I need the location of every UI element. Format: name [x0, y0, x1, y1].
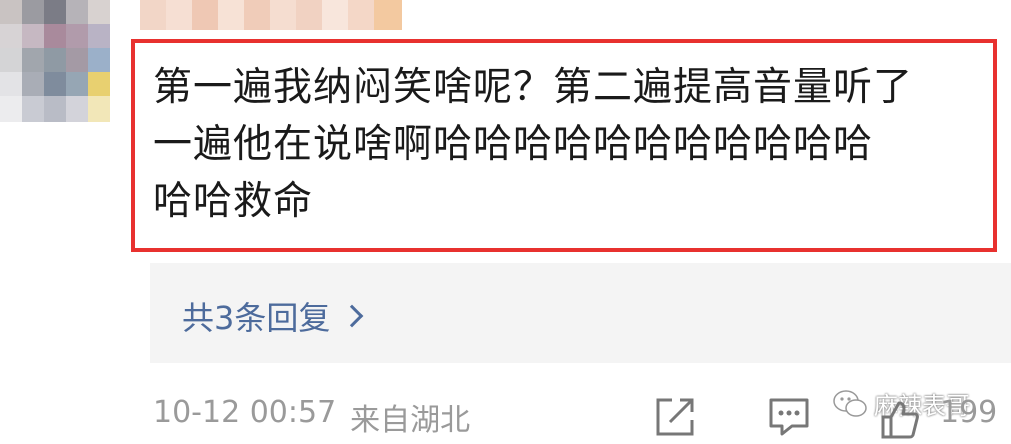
view-replies-label: 共3条回复: [182, 299, 331, 337]
avatar-pixel: [66, 0, 88, 24]
username-pixel: [270, 0, 296, 30]
chevron-right-icon: [341, 304, 364, 328]
avatar-pixel: [44, 96, 66, 122]
username-pixel: [218, 0, 244, 30]
comment-location: 来自湖北: [350, 403, 471, 438]
comment-icon[interactable]: [768, 397, 810, 441]
avatar-pixel: [88, 0, 110, 24]
comment-date: 10-12 00:57: [153, 395, 337, 430]
avatar-pixel: [44, 0, 66, 24]
avatar-pixel: [0, 48, 22, 72]
avatar[interactable]: [0, 0, 125, 122]
avatar-pixel: [66, 72, 88, 96]
avatar-pixel: [44, 72, 66, 96]
avatar-pixel: [44, 24, 66, 48]
comment-line: 第一遍我纳闷笑啥呢？第二遍提高音量听了: [153, 65, 914, 110]
avatar-pixel: [22, 72, 44, 96]
username-pixel: [322, 0, 348, 30]
username-pixel: [192, 0, 218, 30]
avatar-pixel: [88, 72, 110, 96]
username[interactable]: [140, 0, 402, 30]
comment-highlight-box: 第一遍我纳闷笑啥呢？第二遍提高音量听了 一遍他在说啥啊哈哈哈哈哈哈哈哈哈哈哈 哈…: [131, 39, 997, 252]
avatar-pixel: [0, 72, 22, 96]
avatar-pixel: [22, 24, 44, 48]
username-pixel: [244, 0, 270, 30]
avatar-pixel: [22, 96, 44, 122]
avatar-pixel: [88, 48, 110, 72]
avatar-pixel: [88, 24, 110, 48]
like-icon[interactable]: [880, 400, 920, 444]
username-pixel: [296, 0, 322, 30]
avatar-pixel: [22, 0, 44, 24]
replies-panel: 共3条回复: [150, 263, 1011, 363]
avatar-pixel: [0, 0, 22, 24]
avatar-pixel: [0, 96, 22, 122]
avatar-pixel: [22, 48, 44, 72]
comment-text[interactable]: 第一遍我纳闷笑啥呢？第二遍提高音量听了 一遍他在说啥啊哈哈哈哈哈哈哈哈哈哈哈 哈…: [153, 59, 993, 230]
avatar-pixel: [66, 96, 88, 122]
username-pixel: [140, 0, 166, 30]
wechat-icon: [833, 389, 867, 417]
avatar-pixel: [44, 48, 66, 72]
view-replies-link[interactable]: 共3条回复: [182, 293, 364, 339]
share-icon[interactable]: [655, 397, 695, 441]
avatar-pixel: [66, 48, 88, 72]
avatar-pixel: [0, 24, 22, 48]
avatar-pixel: [66, 24, 88, 48]
comment-meta: 10-12 00:57 来自湖北: [153, 395, 470, 439]
comment-line: 一遍他在说啥啊哈哈哈哈哈哈哈哈哈哈哈: [153, 122, 874, 167]
username-pixel: [374, 0, 402, 30]
avatar-pixel: [88, 96, 110, 122]
like-count: 199: [940, 395, 998, 430]
username-pixel: [348, 0, 374, 30]
username-pixel: [166, 0, 192, 30]
comment-line: 哈哈救命: [153, 179, 314, 224]
